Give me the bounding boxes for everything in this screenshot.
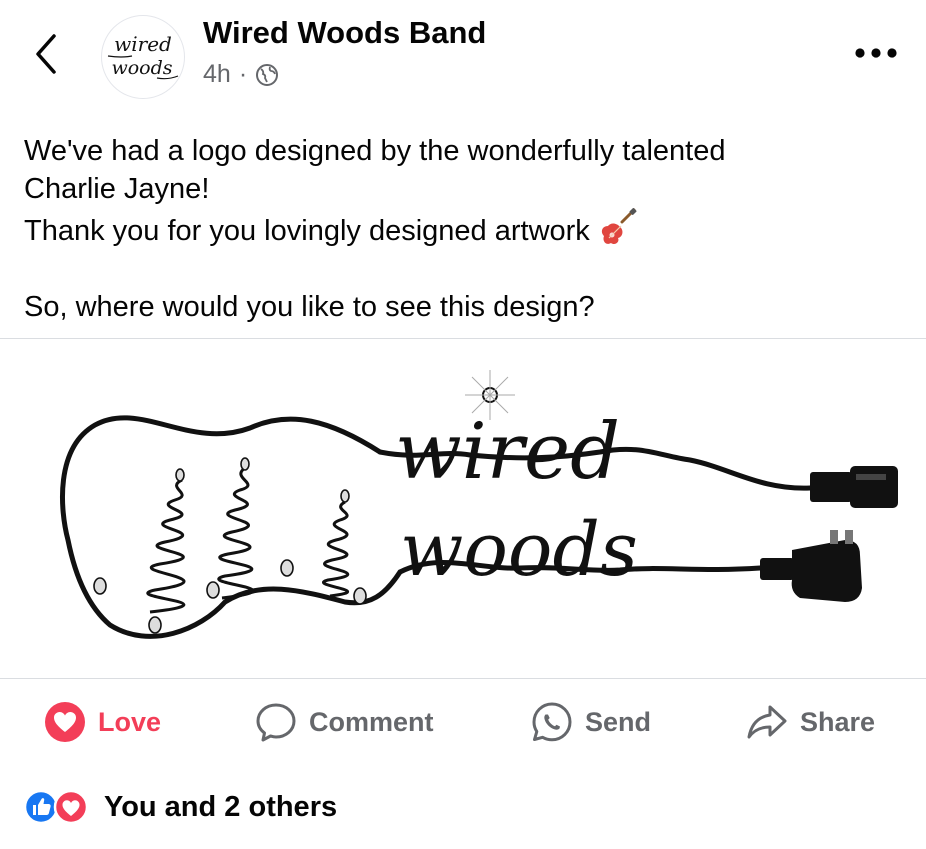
post-text-line-content: Thank you for you lovingly designed artw…	[24, 215, 590, 247]
love-reaction-icon	[53, 789, 89, 825]
send-label: Send	[585, 706, 652, 737]
comment-label: Comment	[309, 706, 434, 737]
love-icon	[44, 701, 86, 743]
comment-button[interactable]: Comment	[255, 690, 434, 754]
more-icon	[855, 48, 897, 58]
guitar-emoji-icon	[598, 208, 638, 248]
svg-text:wired: wired	[114, 32, 172, 56]
comment-icon	[255, 701, 297, 743]
like-reaction-icon	[23, 789, 59, 825]
post-text-line: Thank you for you lovingly designed artw…	[24, 208, 904, 250]
avatar-logo: wired woods	[107, 32, 179, 80]
send-button[interactable]: Send	[531, 690, 651, 754]
reactions-summary[interactable]: You and 2 others	[23, 786, 338, 828]
logo-text-woods: woods	[400, 507, 638, 593]
meta-separator: ·	[238, 60, 248, 88]
share-label: Share	[800, 706, 876, 737]
post-question: So, where would you like to see this des…	[24, 291, 595, 323]
post-meta: 4h ·	[203, 60, 279, 89]
share-icon	[746, 701, 788, 743]
page-name[interactable]: Wired Woods Band	[203, 15, 486, 51]
post-header: wired woods Wired Woods Band 4h ·	[0, 0, 926, 110]
divider	[0, 678, 926, 679]
love-button[interactable]: Love	[44, 690, 161, 754]
back-button[interactable]	[30, 30, 64, 78]
reactions-count-text: You and 2 others	[104, 790, 338, 823]
logo-artwork: wired woods	[60, 370, 898, 639]
love-label: Love	[98, 706, 162, 737]
divider	[0, 338, 926, 339]
globe-icon	[255, 63, 279, 87]
post-actions: Love Comment Send Share	[0, 690, 926, 754]
post-timestamp[interactable]: 4h	[203, 60, 231, 89]
chevron-left-icon	[36, 34, 56, 74]
post-image[interactable]: wired woods	[0, 340, 926, 678]
page-avatar[interactable]: wired woods	[101, 15, 185, 99]
post-text: We've had a logo designed by the wonderf…	[24, 132, 904, 326]
post-text-line: We've had a logo designed by the wonderf…	[24, 135, 726, 167]
post-text-line: Charlie Jayne!	[24, 173, 210, 205]
share-button[interactable]: Share	[746, 690, 875, 754]
reaction-icons	[23, 788, 96, 826]
svg-text:woods: woods	[111, 57, 172, 79]
whatsapp-icon	[531, 701, 573, 743]
logo-text-wired: wired	[395, 407, 620, 497]
more-options-button[interactable]	[852, 40, 900, 66]
